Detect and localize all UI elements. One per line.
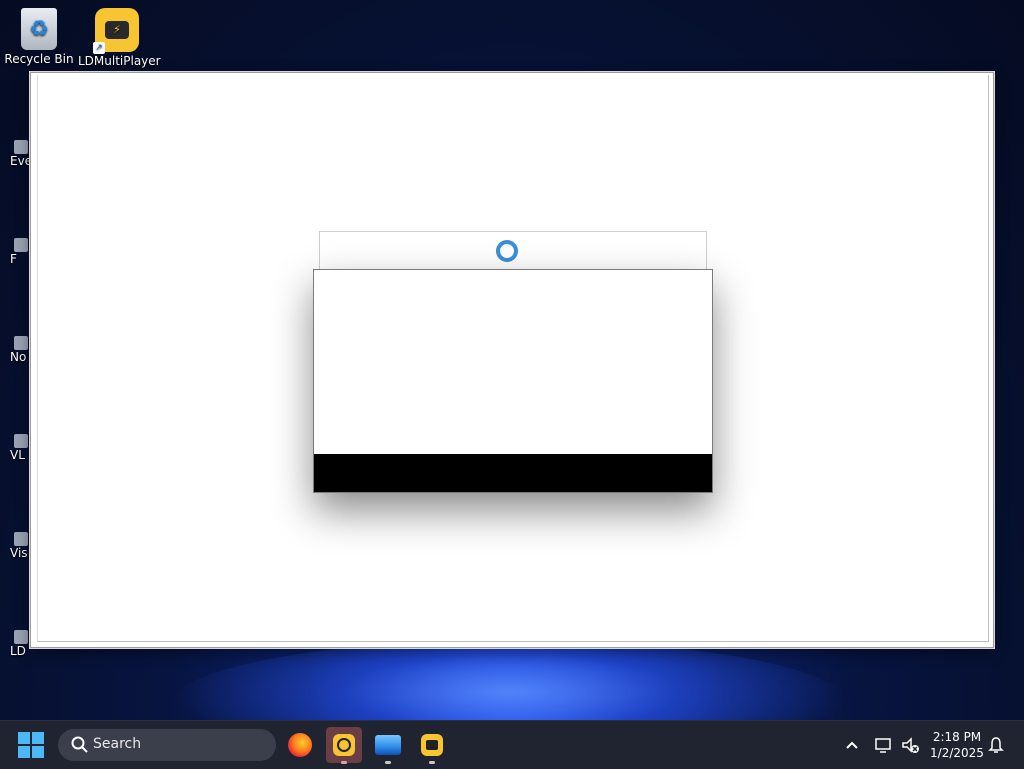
clock-time: 2:18 PM (932, 730, 982, 744)
app-icon (14, 532, 28, 546)
app-icon (14, 238, 28, 252)
desktop: ♻ Recycle Bin ⚡ ↗ LDMultiPlayer Eve F No… (0, 0, 1024, 720)
windows-logo-icon (32, 732, 44, 744)
dialog[interactable] (313, 269, 713, 493)
dialog-footer (314, 454, 712, 492)
ldplayer-icon (333, 734, 355, 756)
main-window[interactable] (30, 72, 994, 648)
loading-panel (319, 231, 707, 273)
search-input[interactable]: Search (58, 729, 276, 761)
photos-icon (375, 735, 401, 755)
recycle-bin-icon: ♻ (21, 8, 57, 50)
taskbar-app-ldplayer[interactable] (326, 727, 362, 764)
taskbar-app-firefox[interactable] (282, 727, 318, 763)
desktop-icon-partial[interactable]: Vis (0, 532, 34, 560)
clock[interactable]: 2:18 PM 1/2/2025 (926, 729, 988, 761)
desktop-icon-label: LDMultiPlayer (78, 54, 161, 68)
app-icon (14, 140, 28, 154)
taskbar-app-ldmultiplayer[interactable] (414, 727, 450, 764)
notification-bell-icon[interactable] (986, 735, 1006, 755)
search-icon (71, 736, 88, 753)
desktop-icon-partial[interactable]: F (0, 238, 34, 266)
volume-muted-icon[interactable] (900, 735, 920, 755)
running-indicator (385, 761, 391, 764)
app-icon (14, 336, 28, 350)
ldmultiplayer-icon (421, 734, 443, 756)
desktop-icon-recycle-bin[interactable]: ♻ Recycle Bin (0, 8, 78, 66)
running-indicator (341, 761, 347, 764)
shortcut-arrow-icon: ↗ (93, 42, 105, 54)
desktop-icon-partial[interactable]: Eve (0, 140, 34, 168)
desktop-icon-partial[interactable]: VL (0, 434, 34, 462)
windows-logo-icon (18, 732, 30, 744)
running-indicator (429, 761, 435, 764)
windows-logo-icon (18, 746, 30, 758)
wallpaper-bloom (170, 640, 850, 720)
app-icon (14, 630, 28, 644)
ldmultiplayer-icon: ⚡ ↗ (93, 8, 139, 54)
app-icon (14, 434, 28, 448)
spinner-icon (496, 240, 518, 262)
search-placeholder: Search (93, 736, 142, 752)
taskbar: Search 2:18 PM 1/2/2025 (0, 720, 1024, 769)
desktop-icon-partial[interactable]: No (0, 336, 34, 364)
desktop-icon-partial[interactable]: LD (0, 630, 34, 658)
windows-logo-icon (32, 746, 44, 758)
firefox-icon (288, 733, 312, 757)
chevron-up-icon[interactable] (842, 735, 862, 755)
desktop-icon-label: Recycle Bin (4, 52, 74, 66)
taskbar-app-photos[interactable] (370, 727, 406, 764)
start-button[interactable] (18, 732, 46, 758)
desktop-icon-ldmultiplayer[interactable]: ⚡ ↗ LDMultiPlayer (78, 8, 161, 68)
display-icon[interactable] (874, 735, 894, 755)
clock-date: 1/2/2025 (930, 746, 984, 760)
